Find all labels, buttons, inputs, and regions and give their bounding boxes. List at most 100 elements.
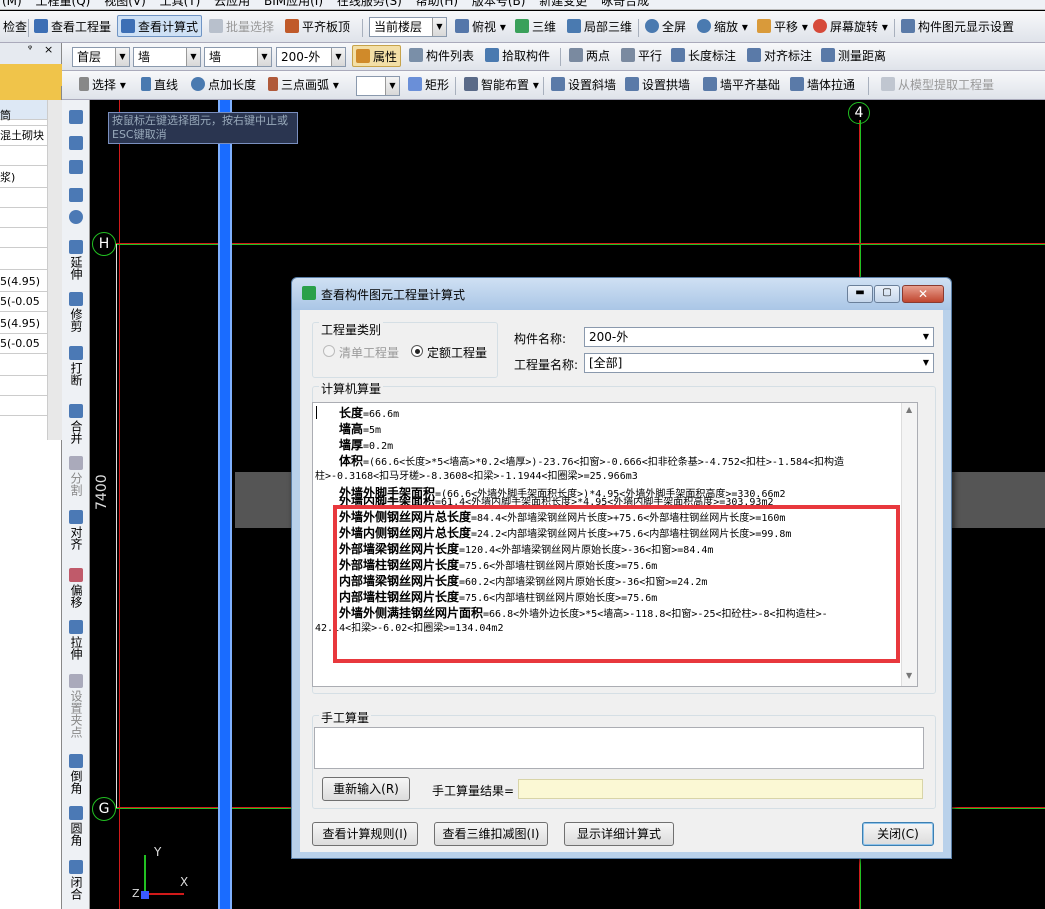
show-detail-button[interactable]: 显示详细计算式 — [564, 822, 674, 846]
list-item[interactable] — [0, 146, 47, 166]
maximize-button[interactable]: ▢ — [874, 285, 900, 303]
list-item[interactable] — [0, 396, 47, 416]
close-icon[interactable]: ✕ — [902, 285, 944, 303]
component-name-select[interactable]: 200-外 ▼ — [584, 327, 934, 347]
move-tool[interactable] — [62, 188, 90, 204]
list-item[interactable]: 5(-0.05 — [0, 292, 47, 312]
menu-item[interactable]: 咏哥合成 — [601, 0, 649, 8]
menu-item[interactable]: 云应用 — [214, 0, 250, 8]
three-point-arc-button[interactable]: 三点画弧 ▾ — [265, 74, 342, 96]
close-icon[interactable]: × — [44, 43, 53, 56]
menu-item[interactable]: 版本号(B) — [472, 0, 526, 8]
view-quantity-button[interactable]: 查看工程量 — [31, 16, 114, 38]
menu-item[interactable]: (M) — [2, 0, 22, 8]
manual-calc-input[interactable] — [314, 727, 924, 769]
menu-item[interactable]: 在线服务(S) — [337, 0, 402, 8]
minimize-button[interactable]: ▬ — [847, 285, 873, 303]
properties-button[interactable]: 属性 — [352, 45, 402, 67]
list-item[interactable]: 5(4.95) — [0, 314, 47, 334]
menu-item[interactable]: BIM应用(I) — [264, 0, 323, 8]
split-tool[interactable]: 分割 — [62, 456, 90, 499]
merge-tool[interactable]: 合并 — [62, 404, 90, 447]
pan-button[interactable]: 平移 ▾ — [754, 16, 811, 38]
top-view-button[interactable]: 俯视 ▾ — [452, 16, 509, 38]
close-shape-tool[interactable]: 闭合 — [62, 860, 90, 903]
align-tool[interactable]: 对齐 — [62, 510, 90, 553]
slope-wall-button[interactable]: 设置斜墙 — [548, 74, 619, 96]
wall-element[interactable] — [218, 100, 232, 909]
parallel-button[interactable]: 平行 — [618, 45, 665, 67]
offset-tool[interactable]: 偏移 — [62, 568, 90, 611]
point-length-button[interactable]: 点加长度 — [188, 74, 259, 96]
list-item[interactable]: 混土砌块 — [0, 126, 47, 146]
component-select[interactable]: 200-外 ▼ — [276, 47, 346, 67]
radio-quota[interactable] — [411, 345, 423, 357]
type-select[interactable]: 墙 ▼ — [204, 47, 272, 67]
list-item[interactable] — [0, 228, 47, 248]
radio-list[interactable] — [323, 345, 335, 357]
pin-icon[interactable]: ᵠ — [28, 44, 32, 55]
stretch-tool[interactable]: 拉伸 — [62, 620, 90, 663]
chamfer-tool[interactable]: 倒角 — [62, 754, 90, 797]
break-tool[interactable]: 打断 — [62, 346, 90, 389]
grip-tool[interactable]: 设置夹点 — [62, 674, 90, 741]
rotate-screen-button[interactable]: 屏幕旋转 ▾ — [810, 16, 891, 38]
component-list-button[interactable]: 构件列表 — [406, 45, 477, 67]
view-formula-button[interactable]: 查看计算式 — [117, 15, 203, 37]
local-3d-button[interactable]: 局部三维 — [564, 16, 635, 38]
fillet-tool[interactable]: 圆角 — [62, 806, 90, 849]
rotate-tool[interactable] — [62, 210, 90, 226]
measure-button[interactable]: 测量距离 — [818, 45, 889, 67]
list-item[interactable] — [0, 376, 47, 396]
scroll-up-icon[interactable]: ▲ — [906, 405, 912, 414]
menu-item[interactable]: 工具(T) — [160, 0, 201, 8]
two-points-button[interactable]: 两点 — [566, 45, 613, 67]
extract-quantity-button[interactable]: 从模型提取工程量 — [878, 74, 997, 96]
flush-slab-button[interactable]: 平齐板顶 — [282, 16, 353, 38]
menu-item[interactable]: 新建变更 — [539, 0, 587, 8]
display-settings-button[interactable]: 构件图元显示设置 — [898, 16, 1017, 38]
list-item[interactable]: 5(4.95) — [0, 272, 47, 292]
list-item[interactable]: 5(-0.05 — [0, 334, 47, 354]
menu-item[interactable]: 视图(V) — [104, 0, 146, 8]
list-item[interactable] — [0, 356, 47, 376]
aligned-dim-button[interactable]: 对齐标注 — [744, 45, 815, 67]
floor-select[interactable]: 首层 ▼ — [72, 47, 130, 67]
panel-scrollbar[interactable] — [47, 100, 62, 440]
smart-layout-button[interactable]: 智能布置 ▾ — [461, 74, 542, 96]
wall-stretch-button[interactable]: 墙体拉通 — [787, 74, 858, 96]
list-item[interactable] — [0, 250, 47, 270]
list-item[interactable]: 筒 — [0, 106, 47, 126]
length-dim-button[interactable]: 长度标注 — [668, 45, 739, 67]
mirror-tool[interactable] — [62, 160, 90, 176]
fullscreen-button[interactable]: 全屏 — [642, 16, 689, 38]
pick-component-button[interactable]: 拾取构件 — [482, 45, 553, 67]
dialog-titlebar[interactable]: 查看构件图元工程量计算式 ▬ ▢ ✕ — [292, 278, 951, 310]
menu-item[interactable]: 帮助(H) — [416, 0, 458, 8]
menu-item[interactable]: 工程量(Q) — [36, 0, 91, 8]
three-d-button[interactable]: 三维 — [512, 16, 559, 38]
list-item[interactable] — [0, 188, 47, 208]
zoom-button[interactable]: 缩放 ▾ — [694, 16, 751, 38]
formula-scrollbar[interactable]: ▲ ▼ — [901, 403, 917, 686]
arc-option-select[interactable]: ▼ — [356, 76, 400, 96]
scroll-down-icon[interactable]: ▼ — [906, 671, 912, 680]
batch-select-button[interactable]: 批量选择 — [206, 16, 277, 38]
view-3d-deduct-button[interactable]: 查看三维扣减图(I) — [434, 822, 548, 846]
view-rules-button[interactable]: 查看计算规则(I) — [312, 822, 418, 846]
manual-result-field[interactable] — [518, 779, 923, 799]
reenter-button[interactable]: 重新输入(R) — [322, 777, 410, 801]
rect-button[interactable]: 矩形 — [405, 74, 452, 96]
copy-tool[interactable] — [62, 136, 90, 152]
list-item[interactable] — [0, 208, 47, 228]
quantity-name-select[interactable]: [全部] ▼ — [584, 353, 934, 373]
select-button[interactable]: 选择 ▾ — [76, 74, 129, 96]
trim-tool[interactable]: 修剪 — [62, 292, 90, 335]
floor-scope-select[interactable]: 当前楼层 ▼ — [369, 17, 447, 37]
category-select[interactable]: 墙 ▼ — [133, 47, 201, 67]
extend-tool[interactable]: 延伸 — [62, 240, 90, 283]
list-item[interactable]: 浆) — [0, 168, 47, 188]
brush-tool[interactable] — [62, 110, 90, 126]
line-button[interactable]: 直线 — [138, 74, 181, 96]
check-button[interactable]: 检查 — [0, 16, 30, 38]
